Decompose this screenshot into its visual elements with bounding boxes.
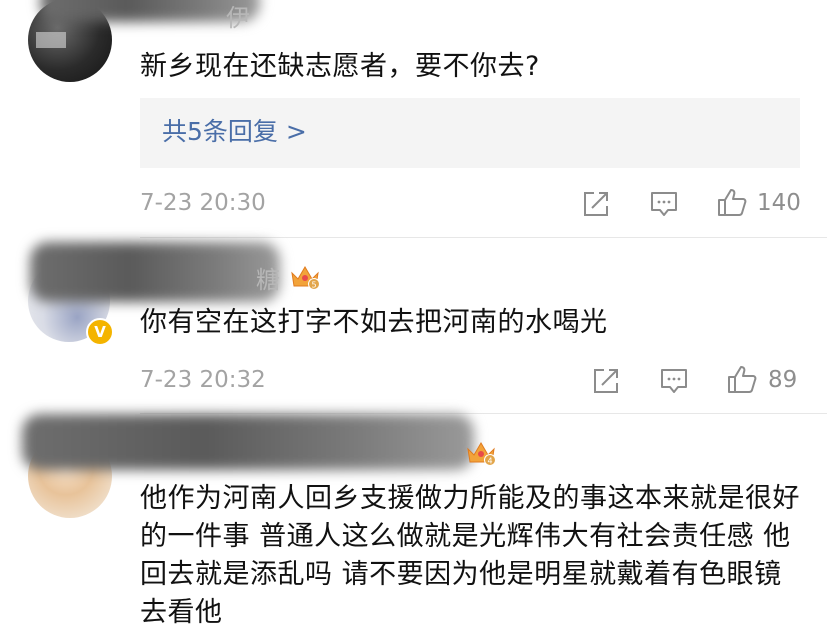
thumbs-up-icon[interactable]	[716, 186, 748, 218]
comment-text: 你有空在这打字不如去把河南的水喝光	[140, 307, 608, 338]
share-icon[interactable]	[590, 365, 622, 397]
avatar-sign-graphic	[36, 32, 66, 48]
like-count: 140	[757, 190, 801, 216]
replies-box[interactable]: 共5条回复 >	[140, 98, 800, 168]
crown-icon: 4	[467, 442, 496, 466]
verified-v-icon: V	[86, 318, 114, 346]
comment-icon[interactable]	[648, 188, 680, 220]
level-badge: 4	[487, 457, 492, 466]
crown-icon: 5	[291, 266, 320, 290]
comment-icon[interactable]	[658, 365, 690, 397]
level-badge: 5	[311, 281, 316, 290]
view-replies-link[interactable]: 共5条回复 >	[162, 115, 307, 149]
comment-item: 伊 新乡现在还缺志愿者，要不你去? 共5条回复 > 7-23 20:30 140	[0, 0, 827, 238]
username-tail[interactable]: 伊	[226, 0, 250, 33]
username-redacted	[30, 242, 280, 302]
comment-text: 他作为河南人回乡支援做力所能及的事这本来就是很好的一件事 普通人这么做就是光辉伟…	[140, 483, 800, 627]
thumbs-up-icon[interactable]	[726, 363, 758, 395]
comment-timestamp: 7-23 20:30	[140, 190, 266, 216]
comment-thread: 伊 新乡现在还缺志愿者，要不你去? 共5条回复 > 7-23 20:30 140…	[0, 0, 827, 627]
comment-text: 新乡现在还缺志愿者，要不你去?	[140, 51, 540, 82]
username-redacted	[22, 414, 474, 470]
comment-timestamp: 7-23 20:32	[140, 367, 266, 393]
username-tail[interactable]: 糖	[256, 260, 280, 295]
share-icon[interactable]	[580, 188, 612, 220]
comment-item: 4 他作为河南人回乡支援做力所能及的事这本来就是很好的一件事 普通人这么做就是光…	[0, 414, 827, 627]
comment-item: V 糖 5 你有空在这打字不如去把河南的水喝光 7-23 20:32 89	[0, 238, 827, 414]
like-count: 89	[768, 367, 798, 393]
